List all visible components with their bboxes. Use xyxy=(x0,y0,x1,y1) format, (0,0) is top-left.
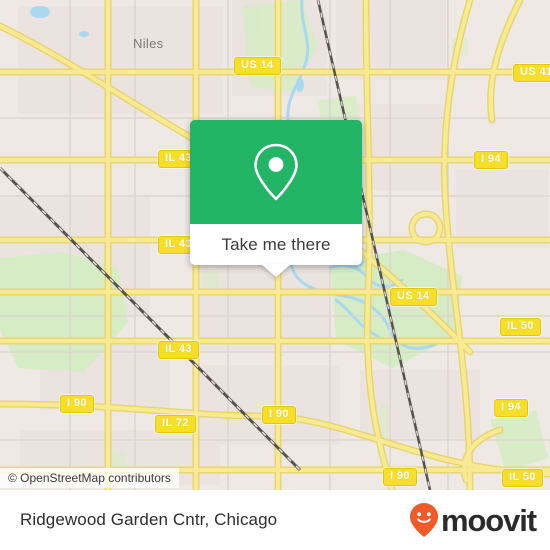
footer-bar: Ridgewood Garden Cntr, Chicago moovit xyxy=(0,490,550,550)
destination-popup[interactable]: Take me there xyxy=(190,120,362,277)
road-shield-i-94[interactable]: I 94 xyxy=(474,151,508,169)
road-shield-us-41[interactable]: US 41 xyxy=(513,64,550,82)
road-shield-i-94-south[interactable]: I 94 xyxy=(494,399,528,417)
popup-tail-pointer xyxy=(261,264,291,277)
map-canvas[interactable]: Niles US 14 US 41 I 94 IL 43 IL 43 IL 43… xyxy=(0,0,550,490)
road-shield-il-50-south[interactable]: IL 50 xyxy=(502,469,543,487)
popup-action-bar[interactable]: Take me there xyxy=(190,224,362,265)
map-pin-icon xyxy=(254,143,298,201)
moovit-logo[interactable]: moovit xyxy=(409,502,537,538)
take-me-there-label: Take me there xyxy=(221,234,331,254)
road-shield-i-90-west[interactable]: I 90 xyxy=(60,395,94,413)
osm-attribution[interactable]: © OpenStreetMap contributors xyxy=(0,468,179,488)
moovit-wordmark: moovit xyxy=(440,502,537,538)
road-shield-il-50-north[interactable]: IL 50 xyxy=(500,318,541,336)
road-shield-i-90-mid[interactable]: I 90 xyxy=(262,406,296,424)
road-shield-i-90-south[interactable]: I 90 xyxy=(383,468,417,486)
road-shield-us-14-south[interactable]: US 14 xyxy=(390,288,437,306)
road-shield-us-14[interactable]: US 14 xyxy=(234,57,281,75)
moovit-pin-smiley-icon xyxy=(409,503,438,537)
location-title: Ridgewood Garden Cntr, Chicago xyxy=(20,510,278,529)
popup-pin-panel xyxy=(190,120,362,224)
road-shield-il-72[interactable]: IL 72 xyxy=(155,415,196,433)
road-shield-il-43-south[interactable]: IL 43 xyxy=(158,341,199,359)
